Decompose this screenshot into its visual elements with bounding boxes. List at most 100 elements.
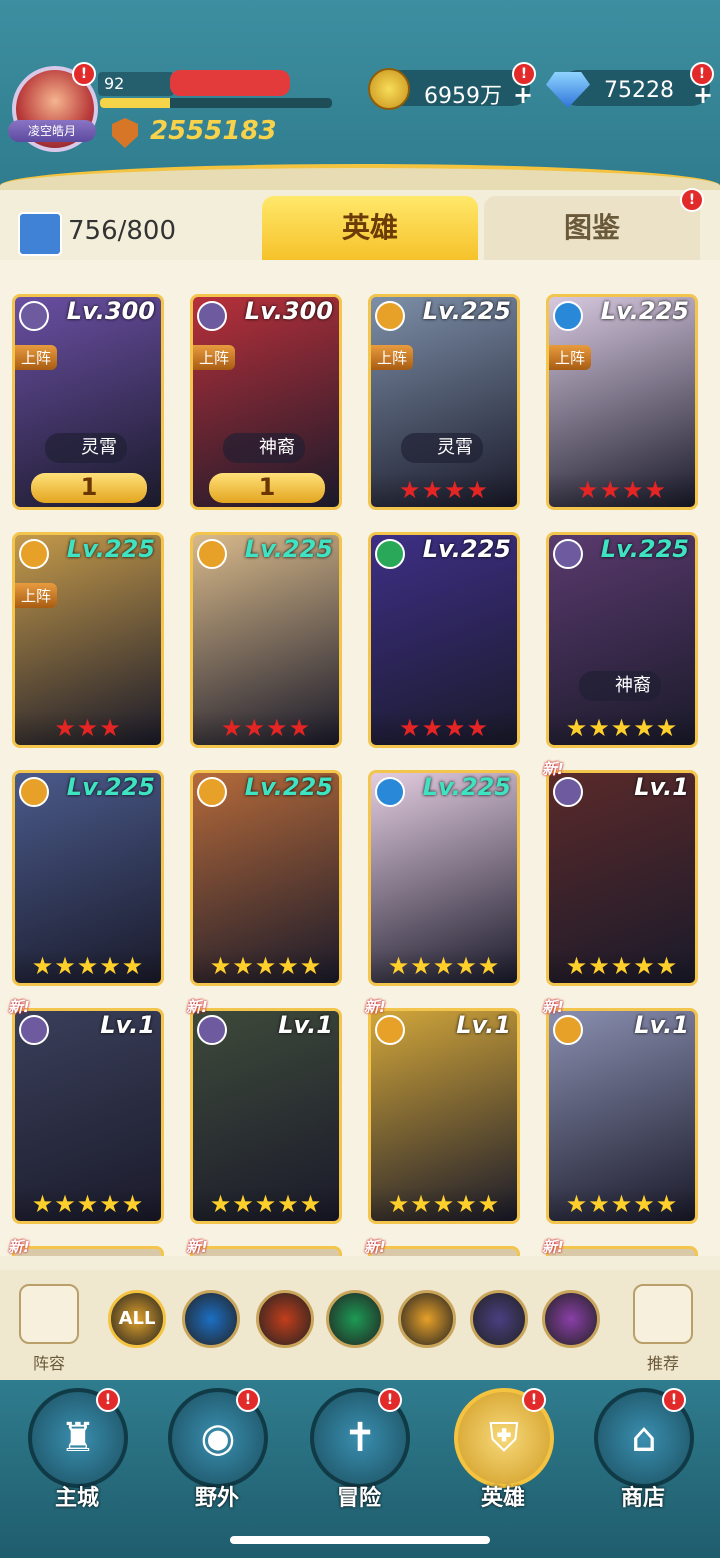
- faction-icon: [19, 301, 49, 331]
- nav-alert-icon: !: [96, 1388, 120, 1412]
- hero-card[interactable]: Lv.225 ★★★★: [190, 532, 342, 748]
- gold-coin-icon: [368, 68, 410, 110]
- shop-icon: ⌂: [631, 1415, 657, 1461]
- nav-shop[interactable]: ⌂ 商店!: [588, 1388, 698, 1512]
- faction-icon: [375, 539, 405, 569]
- cards-icon: [18, 212, 62, 256]
- hero-card[interactable]: Lv.1 ★★★★★: [546, 770, 698, 986]
- hero-title-badge: 灵霄: [45, 433, 127, 463]
- exp-bar-fill: [100, 98, 170, 108]
- hero-title-badge: 灵霄: [401, 433, 483, 463]
- nav-label: 野外: [194, 1486, 239, 1511]
- faction-icon: [553, 1015, 583, 1045]
- nav-label: 冒险: [336, 1486, 381, 1511]
- faction-icon: [197, 539, 227, 569]
- faction-icon: [197, 301, 227, 331]
- new-hero-tag: 新!: [542, 998, 564, 1016]
- hero-card-partial[interactable]: [546, 1246, 698, 1256]
- hero-level: Lv.300: [244, 297, 333, 325]
- tab-heroes[interactable]: 英雄: [262, 196, 478, 260]
- hero-card[interactable]: Lv.225 上阵 ★★★: [12, 532, 164, 748]
- hero-grid: Lv.300 上阵 灵霄 1 Lv.300 上阵 神裔 1 Lv.225 上阵 灵霄 ★★★★ Lv.2…: [0, 260, 720, 1256]
- all-faction-icon[interactable]: ALL: [108, 1290, 166, 1348]
- hero-level: Lv.225: [422, 773, 511, 801]
- hero-card-partial[interactable]: [368, 1246, 520, 1256]
- hero-level: Lv.225: [244, 535, 333, 563]
- new-hero-tag: 新!: [364, 1238, 386, 1256]
- faction-icon: [375, 301, 405, 331]
- new-hero-tag: 新!: [186, 998, 208, 1016]
- hero-level: Lv.225: [66, 773, 155, 801]
- avatar-alert-icon: !: [72, 62, 96, 86]
- nav-label: 商店: [620, 1486, 665, 1511]
- hero-card[interactable]: Lv.225 上阵 ★★★★: [546, 294, 698, 510]
- nav-wild[interactable]: ◉ 野外!: [162, 1388, 272, 1512]
- hero-capacity-text: 756/800: [68, 216, 177, 246]
- water-faction-icon[interactable]: [182, 1290, 240, 1348]
- recommend-button[interactable]: 推荐: [628, 1284, 698, 1374]
- faction-icon: [375, 1015, 405, 1045]
- hero-title-badge: 神裔: [579, 671, 661, 701]
- faction-icon: [553, 777, 583, 807]
- thumbs-up-icon: [633, 1284, 693, 1344]
- hero-stars: ★★★★★: [193, 1187, 339, 1221]
- hero-card[interactable]: Lv.1 ★★★★★: [546, 1008, 698, 1224]
- hero-stars: ★★★★★: [193, 949, 339, 983]
- hero-stars: ★★★★: [549, 473, 695, 507]
- hero-title-badge: 神裔: [223, 433, 305, 463]
- hero-level: Lv.225: [600, 297, 689, 325]
- hero-level: Lv.225: [422, 297, 511, 325]
- new-hero-tag: 新!: [8, 998, 30, 1016]
- nav-alert-icon: !: [522, 1388, 546, 1412]
- nav-main-city[interactable]: ♜ 主城!: [22, 1388, 132, 1512]
- hero-card[interactable]: Lv.1 ★★★★★: [368, 1008, 520, 1224]
- hero-card[interactable]: Lv.225 ★★★★★: [368, 770, 520, 986]
- hero-level: Lv.1: [278, 1011, 333, 1039]
- hero-stars: ★★★★: [193, 711, 339, 745]
- new-hero-tag: 新!: [364, 998, 386, 1016]
- hero-card[interactable]: Lv.1 ★★★★★: [12, 1008, 164, 1224]
- hero-card[interactable]: Lv.300 上阵 灵霄 1: [12, 294, 164, 510]
- new-hero-tag: 新!: [186, 1238, 208, 1256]
- home-indicator: [230, 1536, 490, 1544]
- faction-icon: [197, 777, 227, 807]
- nav-heroes[interactable]: ⛨ 英雄!: [448, 1388, 558, 1512]
- hero-card[interactable]: Lv.300 上阵 神裔 1: [190, 294, 342, 510]
- tab-codex[interactable]: 图鉴: [484, 196, 700, 260]
- exp-bar: [100, 98, 332, 108]
- hero-card[interactable]: Lv.225 神裔 ★★★★★: [546, 532, 698, 748]
- new-hero-tag: 新!: [542, 1238, 564, 1256]
- hero-stars: ★★★★★: [371, 949, 517, 983]
- hero-stars: ★★★★: [371, 711, 517, 745]
- lineup-icon: [19, 1284, 79, 1344]
- lineup-label: 阵容: [32, 1354, 65, 1373]
- light-faction-icon[interactable]: [398, 1290, 456, 1348]
- faction-icon: [19, 1015, 49, 1045]
- hero-rank-badge: 1: [209, 473, 325, 503]
- fire-faction-icon[interactable]: [256, 1290, 314, 1348]
- arcane-faction-icon[interactable]: [542, 1290, 600, 1348]
- hero-card[interactable]: Lv.225 ★★★★★: [190, 770, 342, 986]
- hero-level: Lv.225: [422, 535, 511, 563]
- combat-power: 2555183: [150, 116, 277, 146]
- dark-faction-icon[interactable]: [470, 1290, 528, 1348]
- wind-faction-icon[interactable]: [326, 1290, 384, 1348]
- nav-label: 英雄: [480, 1486, 525, 1511]
- hero-level: Lv.225: [66, 535, 155, 563]
- codex-alert-icon: !: [680, 188, 704, 212]
- hero-level: Lv.225: [600, 535, 689, 563]
- hero-level: Lv.1: [456, 1011, 511, 1039]
- faction-icon: [553, 539, 583, 569]
- hero-card-partial[interactable]: [190, 1246, 342, 1256]
- hero-level: Lv.225: [244, 773, 333, 801]
- hero-card[interactable]: Lv.225 ★★★★: [368, 532, 520, 748]
- nav-adventure[interactable]: ✝ 冒险!: [304, 1388, 414, 1512]
- hero-card[interactable]: Lv.225 ★★★★★: [12, 770, 164, 986]
- lineup-button[interactable]: 阵容: [14, 1284, 84, 1374]
- hero-card[interactable]: Lv.225 上阵 灵霄 ★★★★: [368, 294, 520, 510]
- faction-icon: [19, 539, 49, 569]
- hero-card[interactable]: Lv.1 ★★★★★: [190, 1008, 342, 1224]
- hero-card-partial[interactable]: [12, 1246, 164, 1256]
- hero-stars: ★★★★★: [549, 949, 695, 983]
- deployed-tag: 上阵: [549, 345, 592, 370]
